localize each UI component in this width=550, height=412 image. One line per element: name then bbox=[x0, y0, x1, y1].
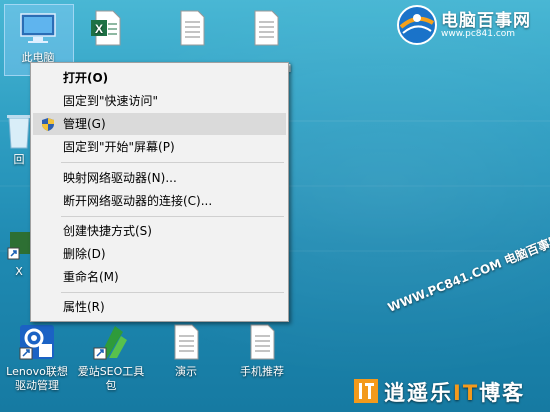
logo-title: 电脑百事网 bbox=[441, 11, 531, 31]
desktop-icon-label: 手机推荐 bbox=[240, 365, 284, 378]
menu-separator bbox=[61, 292, 284, 293]
desktop-icon-label: X bbox=[15, 265, 23, 278]
svg-text:X: X bbox=[95, 22, 103, 36]
desktop-icon-lenovo-driver[interactable]: Lenovo联想驱动管理 bbox=[2, 322, 72, 393]
menu-item-pin-quick-access[interactable]: 固定到"快速访问" bbox=[33, 90, 286, 112]
desktop-icon-document-1[interactable] bbox=[158, 8, 226, 51]
lenovo-driver-icon bbox=[19, 325, 54, 360]
desktop-icon-excel[interactable]: X bbox=[72, 8, 140, 51]
desktop-icon-aizhan-seo[interactable]: 爱站SEO工具包 bbox=[76, 322, 146, 393]
text-file-icon bbox=[174, 324, 199, 360]
blog-logo-icon bbox=[354, 379, 378, 403]
site-logo: 电脑百事网 www.pc841.com bbox=[393, 2, 548, 48]
menu-item-create-shortcut[interactable]: 创建快捷方式(S) bbox=[33, 220, 286, 242]
desktop-icon-label: 演示 bbox=[175, 365, 197, 378]
menu-item-map-drive[interactable]: 映射网络驱动器(N)... bbox=[33, 167, 286, 189]
text-file-icon bbox=[180, 10, 205, 46]
blog-brand: 逍遥乐IT博客 bbox=[350, 376, 548, 406]
shield-icon bbox=[42, 118, 54, 131]
menu-separator bbox=[61, 216, 284, 217]
context-menu: 打开(O) 固定到"快速访问" 管理(G) 固定到"开始"屏幕(P) 映射网络驱… bbox=[30, 62, 289, 322]
menu-item-rename[interactable]: 重命名(M) bbox=[33, 266, 286, 288]
text-file-icon bbox=[254, 10, 279, 46]
menu-item-pin-start[interactable]: 固定到"开始"屏幕(P) bbox=[33, 136, 286, 158]
aizhan-seo-icon bbox=[93, 326, 127, 360]
desktop-icon-label: Lenovo联想驱动管理 bbox=[6, 365, 68, 392]
diagonal-watermark: WWW.PC841.COM 电脑百事网 bbox=[385, 232, 550, 315]
desktop-icon-this-pc[interactable]: 此电脑 bbox=[4, 8, 72, 65]
computer-icon bbox=[20, 13, 56, 43]
menu-item-manage[interactable]: 管理(G) bbox=[33, 113, 286, 135]
blog-name: 逍遥乐IT博客 bbox=[384, 377, 525, 407]
menu-separator bbox=[61, 162, 284, 163]
desktop-icon-label: 爱站SEO工具包 bbox=[77, 365, 145, 392]
menu-item-disconnect-drive[interactable]: 断开网络驱动器的连接(C)... bbox=[33, 190, 286, 212]
blog-name-a: 逍遥乐 bbox=[384, 381, 453, 405]
menu-item-properties[interactable]: 属性(R) bbox=[33, 296, 286, 318]
menu-item-delete[interactable]: 删除(D) bbox=[33, 243, 286, 265]
desktop-icon-phone-recommend[interactable]: 手机推荐 bbox=[228, 322, 296, 379]
blog-name-b: 博客 bbox=[479, 381, 526, 405]
blog-name-it: IT bbox=[453, 381, 480, 405]
desktop-icon-label: 回 bbox=[13, 153, 25, 166]
desktop-icon-presentation[interactable]: 演示 bbox=[152, 322, 220, 379]
text-file-icon bbox=[250, 324, 275, 360]
logo-url: www.pc841.com bbox=[441, 29, 516, 39]
excel-file-icon: X bbox=[91, 10, 121, 46]
menu-item-open[interactable]: 打开(O) bbox=[33, 67, 286, 89]
desktop-icon-document-2[interactable]: M bbox=[232, 8, 300, 75]
logo-icon bbox=[397, 5, 437, 45]
menu-item-label: 管理(G) bbox=[63, 117, 106, 131]
